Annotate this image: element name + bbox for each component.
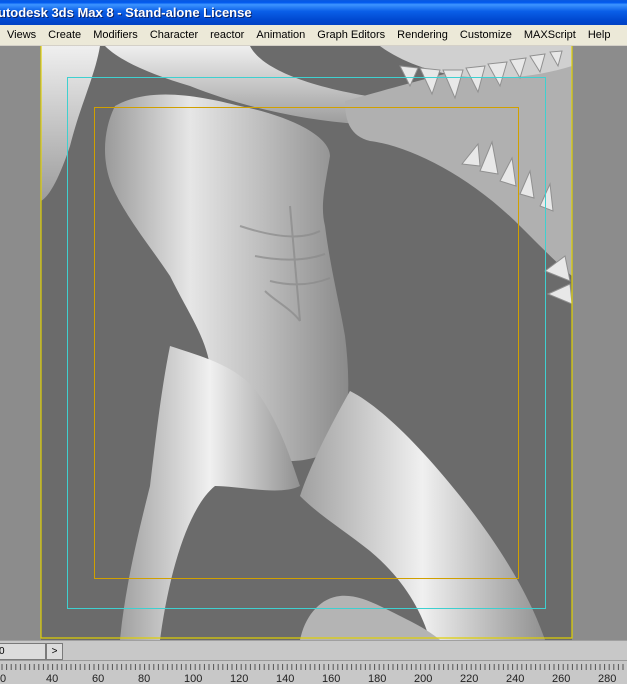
menu-rendering[interactable]: Rendering <box>391 25 454 45</box>
timeline-tick-label: 180 <box>368 673 386 684</box>
timeline-tick-label: 220 <box>460 673 478 684</box>
time-slider-bar: 0 > <box>0 640 627 661</box>
menu-help[interactable]: Help <box>582 25 617 45</box>
menu-graph-editors[interactable]: Graph Editors <box>311 25 391 45</box>
current-frame-value: 0 <box>0 646 5 657</box>
title-bar: utodesk 3ds Max 8 - Stand-alone License <box>0 0 627 25</box>
timeline-tick-label: 140 <box>276 673 294 684</box>
menu-animation[interactable]: Animation <box>250 25 311 45</box>
timeline-tick-label: 100 <box>184 673 202 684</box>
viewport-canvas <box>40 46 573 640</box>
current-frame-field[interactable]: 0 <box>0 643 46 660</box>
timeline-tick-label: 160 <box>322 673 340 684</box>
menu-modifiers[interactable]: Modifiers <box>87 25 144 45</box>
timeline-tick-label: 280 <box>598 673 616 684</box>
timeline-tick-label: 260 <box>552 673 570 684</box>
next-frame-button[interactable]: > <box>46 643 63 660</box>
menu-create[interactable]: Create <box>42 25 87 45</box>
menu-bar: Views Create Modifiers Character reactor… <box>0 25 627 46</box>
timeline-tick-label: 40 <box>46 673 58 684</box>
timeline-tick-label: 200 <box>414 673 432 684</box>
menu-reactor[interactable]: reactor <box>204 25 250 45</box>
track-bar-ruler: 0 40 60 80 100 120 140 160 180 200 220 240 260 280 <box>0 664 624 684</box>
window-title: utodesk 3ds Max 8 - Stand-alone License <box>0 5 252 20</box>
perspective-viewport[interactable] <box>0 46 627 640</box>
menu-customize[interactable]: Customize <box>454 25 518 45</box>
menu-maxscript[interactable]: MAXScript <box>518 25 582 45</box>
timeline-tick-label: 80 <box>138 673 150 684</box>
track-bar[interactable]: 0 40 60 80 100 120 140 160 180 200 220 240 260 280 <box>0 660 627 684</box>
menu-views[interactable]: Views <box>0 25 42 45</box>
timeline-tick-label: 120 <box>230 673 248 684</box>
timeline-tick-label: 60 <box>92 673 104 684</box>
timeline-tick-label: 0 <box>0 673 6 684</box>
timeline-tick-label: 240 <box>506 673 524 684</box>
menu-character[interactable]: Character <box>144 25 204 45</box>
